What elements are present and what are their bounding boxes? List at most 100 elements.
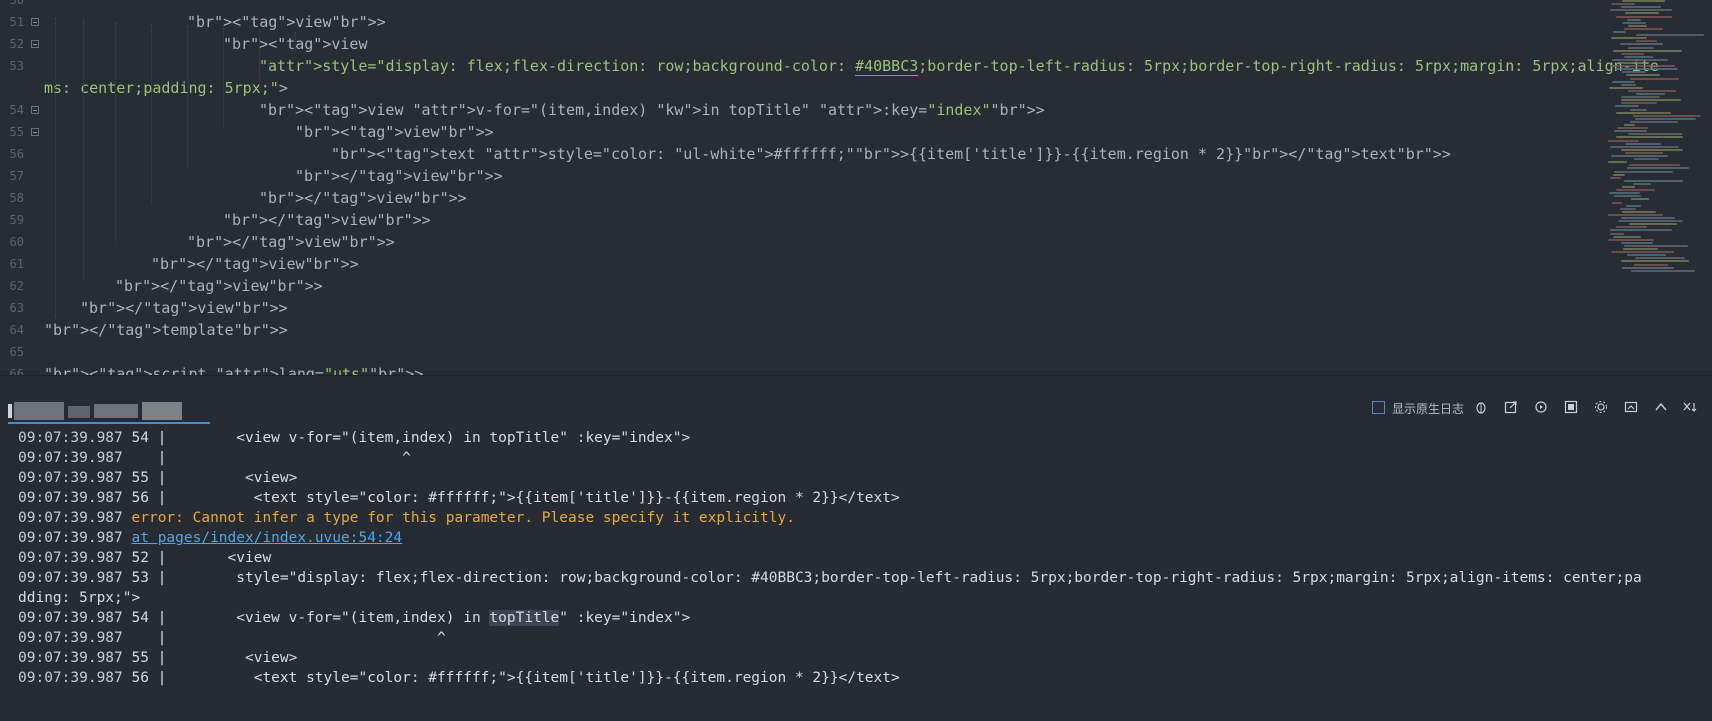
export-icon[interactable] [1502,398,1520,416]
minimap[interactable] [1600,0,1712,290]
minimap-line [1608,238,1654,241]
minimap-line [1610,229,1672,232]
code-line[interactable]: "br"><"tag">view "attr">v-for="(item,ind… [259,99,1045,121]
line-number: 53 [9,59,24,73]
code-line[interactable]: "br"></"tag">view"br">> [259,187,467,209]
line-number: 60 [9,235,24,249]
line-number: 65 [9,345,24,359]
minimap-line [1622,186,1635,188]
minimap-line [1622,21,1646,24]
minimap-line [1621,52,1644,55]
minimap-line [1624,27,1663,30]
console-line[interactable]: 09:07:39.987 55 | <view> [18,468,297,488]
minimap-line [1625,12,1659,15]
code-line[interactable]: "br"><"tag">view"br">> [187,11,386,33]
line-number: 57 [9,169,24,183]
console-line[interactable]: dding: 5rpx;"> [18,588,140,608]
close-icon[interactable] [1682,398,1700,416]
blurred-tab-label [8,402,182,420]
stop-icon[interactable] [1562,398,1580,416]
console-line[interactable]: 09:07:39.987 error: Cannot infer a type … [18,508,795,528]
console-line[interactable]: 09:07:39.987 | ^ [18,628,446,648]
line-number: 50 [9,0,24,7]
settings-icon[interactable] [1592,398,1610,416]
minimap-line [1627,167,1689,170]
indent-guide [259,30,260,90]
console-line[interactable]: 09:07:39.987 53 | style="display: flex;f… [18,568,1642,588]
fold-toggle-icon[interactable] [31,40,39,48]
code-line[interactable]: "br"></"tag">view"br">> [80,297,288,319]
minimap-line [1618,62,1649,64]
minimap-line [1624,55,1653,58]
fold-toggle-icon[interactable] [31,106,39,114]
minimap-line [1612,80,1635,83]
open-log-icon[interactable] [1622,398,1640,416]
minimap-line [1611,3,1635,6]
minimap-line [1625,151,1663,154]
minimap-line [1611,251,1674,254]
code-line[interactable]: "br"></"tag">template"br">> [44,319,288,341]
minimap-line [1630,108,1647,111]
native-log-label[interactable]: 显示原生日志 [1392,400,1464,417]
panel-divider[interactable] [0,375,1712,376]
minimap-line [1616,189,1655,192]
console-line[interactable]: 09:07:39.987 55 | <view> [18,648,297,668]
code-line[interactable]: "br"></"tag">view"br">> [151,253,359,275]
console-tab-title[interactable] [8,398,192,422]
minimap-line [1633,182,1651,185]
collapse-up-icon[interactable] [1652,398,1670,416]
native-log-checkbox[interactable] [1372,401,1385,414]
console-line[interactable]: 09:07:39.987 56 | <text style="color: #f… [18,668,900,688]
code-line[interactable]: "br"></"tag">view"br">> [115,275,323,297]
console-line[interactable]: 09:07:39.987 56 | <text style="color: #f… [18,488,900,508]
minimap-line [1621,217,1675,219]
code-line[interactable]: "br"><"tag">view"br">> [295,121,494,143]
console-line[interactable]: 09:07:39.987 | ^ [18,448,411,468]
minimap-line [1616,136,1683,139]
minimap-line [1621,96,1660,99]
line-number: 66 [9,367,24,375]
active-tab-indicator [8,422,210,424]
minimap-line [1621,148,1683,151]
minimap-line [1625,142,1661,145]
minimap-line [1622,210,1656,213]
code-line[interactable]: "br"></"tag">view"br">> [223,209,431,231]
code-line[interactable]: "br"><"tag">script "attr">lang="uts""br"… [44,363,423,375]
minimap-line [1628,133,1682,136]
restart-icon[interactable] [1532,398,1550,416]
minimap-line [1634,158,1659,161]
code-line[interactable]: ms: center;padding: 5rpx;"> [44,77,288,99]
console-output[interactable]: 09:07:39.987 54 | <view v-for="(item,ind… [0,430,1712,721]
minimap-line [1610,232,1624,235]
code-line[interactable]: "attr">style="display: flex;flex-directi… [259,55,1659,77]
minimap-line [1636,40,1657,43]
minimap-line [1629,223,1677,226]
indent-guide [223,28,224,128]
minimap-line [1621,260,1689,263]
minimap-line [1615,68,1678,71]
code-line[interactable]: "br"><"tag">text "attr">style="color: "u… [331,143,1451,165]
bug-icon[interactable] [1472,398,1490,416]
line-number: 54 [9,103,24,117]
minimap-line [1621,241,1653,244]
minimap-line [1614,170,1673,173]
line-number: 56 [9,147,24,161]
code-line[interactable]: "br"></"tag">view"br">> [187,231,395,253]
console-line[interactable]: 09:07:39.987 54 | <view v-for="(item,ind… [18,608,690,628]
minimap-line [1630,77,1679,80]
console-line[interactable]: 09:07:39.987 at pages/index/index.uvue:5… [18,528,402,548]
code-editor[interactable]: 50 51 52 53 54 55 56 57 58 59 60 61 62 63 64 65 66 "br">… [0,0,1712,375]
minimap-line [1622,0,1665,2]
code-line[interactable]: "br"></"tag">view"br">> [295,165,503,187]
minimap-line [1613,31,1626,33]
console-line[interactable]: 09:07:39.987 52 | <view [18,548,271,568]
minimap-line [1633,114,1701,117]
fold-toggle-icon[interactable] [31,128,39,136]
indent-guide [187,26,188,166]
console-line[interactable]: 09:07:39.987 54 | <view v-for="(item,ind… [18,430,690,448]
minimap-line [1609,192,1640,195]
indent-guide [55,18,56,318]
minimap-line [1611,155,1668,157]
fold-toggle-icon[interactable] [31,18,39,26]
line-number: 61 [9,257,24,271]
